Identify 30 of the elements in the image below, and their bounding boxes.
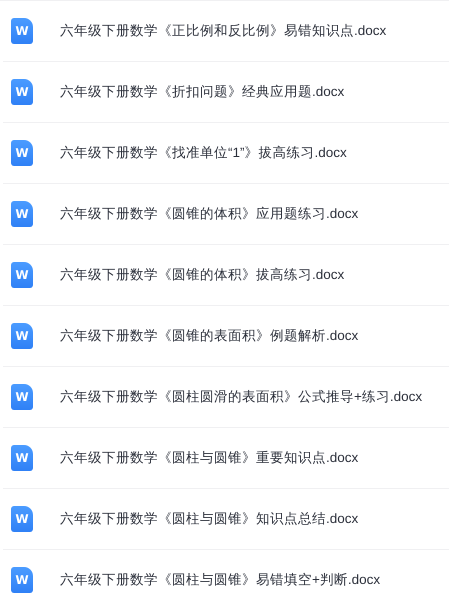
file-row[interactable]: W 六年级下册数学《圆锥的体积》拔高练习.docx xyxy=(3,245,449,306)
file-name: 六年级下册数学《圆锥的表面积》例题解析.docx xyxy=(60,327,358,345)
word-document-icon: W xyxy=(11,262,33,288)
file-row[interactable]: W 六年级下册数学《圆柱与圆锥》知识点总结.docx xyxy=(3,489,449,550)
word-document-icon: W xyxy=(11,384,33,410)
file-row[interactable]: W 六年级下册数学《圆锥的体积》应用题练习.docx xyxy=(3,184,449,245)
file-row[interactable]: W 六年级下册数学《找准单位“1”》拔高练习.docx xyxy=(3,123,449,184)
file-name: 六年级下册数学《折扣问题》经典应用题.docx xyxy=(60,83,344,101)
file-row[interactable]: W 六年级下册数学《圆柱与圆锥》重要知识点.docx xyxy=(3,428,449,489)
file-name: 六年级下册数学《圆锥的体积》拔高练习.docx xyxy=(60,266,344,284)
word-document-icon: W xyxy=(11,567,33,593)
file-name: 六年级下册数学《圆柱与圆锥》知识点总结.docx xyxy=(60,510,358,528)
file-name: 六年级下册数学《圆柱圆滑的表面积》公式推导+练习.docx xyxy=(60,388,422,406)
word-document-icon: W xyxy=(11,506,33,532)
file-row[interactable]: W 六年级下册数学《圆柱圆滑的表面积》公式推导+练习.docx xyxy=(3,367,449,428)
word-document-icon: W xyxy=(11,18,33,44)
file-name: 六年级下册数学《找准单位“1”》拔高练习.docx xyxy=(60,144,347,162)
file-row[interactable]: W 六年级下册数学《正比例和反比例》易错知识点.docx xyxy=(3,1,449,62)
word-document-icon: W xyxy=(11,445,33,471)
word-document-icon: W xyxy=(11,79,33,105)
file-name: 六年级下册数学《圆柱与圆锥》重要知识点.docx xyxy=(60,449,358,467)
word-document-icon: W xyxy=(11,323,33,349)
file-name: 六年级下册数学《圆柱与圆锥》易错填空+判断.docx xyxy=(60,571,380,589)
file-name: 六年级下册数学《圆锥的体积》应用题练习.docx xyxy=(60,205,358,223)
file-name: 六年级下册数学《正比例和反比例》易错知识点.docx xyxy=(60,22,386,40)
file-row[interactable]: W 六年级下册数学《圆锥的表面积》例题解析.docx xyxy=(3,306,449,367)
word-document-icon: W xyxy=(11,140,33,166)
file-row[interactable]: W 六年级下册数学《圆柱与圆锥》易错填空+判断.docx xyxy=(3,550,449,608)
word-document-icon: W xyxy=(11,201,33,227)
file-row[interactable]: W 六年级下册数学《折扣问题》经典应用题.docx xyxy=(3,62,449,123)
